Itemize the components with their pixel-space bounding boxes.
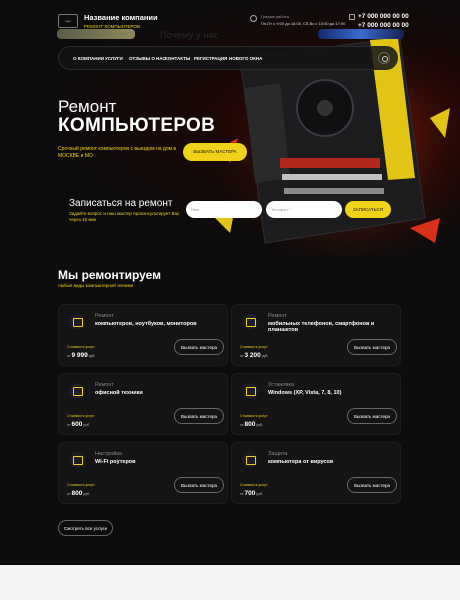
cost-label: Стоимость услуг:	[240, 345, 268, 349]
logo[interactable]: logo	[58, 14, 78, 28]
wifi-icon	[69, 452, 85, 468]
hero-title: Ремонт	[58, 97, 117, 116]
hero-title-main: КОМПЬЮТЕРОВ	[58, 115, 216, 136]
settings-icon	[242, 383, 258, 399]
form-title: Записаться на ремонт	[69, 198, 173, 209]
printer-icon	[69, 383, 85, 399]
service-name: Windows (XP, Vista, 7, 8, 10)	[268, 390, 342, 396]
cost-label: Стоимость услуг:	[67, 345, 95, 349]
service-category: Ремонт	[95, 382, 114, 388]
service-name: компьютеров, ноутбуков, мониторов	[95, 321, 197, 327]
search-icon[interactable]	[378, 52, 390, 64]
service-card: Настройка Wi-Fi роутеров Стоимость услуг…	[58, 442, 228, 504]
call-master-button[interactable]: ВЫЗВАТЬ МАСТЕРА	[183, 143, 247, 161]
service-category: Настройка	[95, 451, 123, 457]
hero-section: logo Название компании РЕМОНТ КОМПЬЮТЕРО…	[0, 0, 460, 260]
nav-item-contacts[interactable]: КОНТАКТЫ	[165, 56, 190, 61]
call-master-button[interactable]: Вызвать мастера	[347, 408, 397, 424]
cost-label: Стоимость услуг:	[67, 483, 95, 487]
service-price: от 9 999 руб.	[67, 352, 96, 359]
section-title: Мы ремонтируем	[58, 268, 162, 282]
monitor-icon	[69, 314, 85, 330]
nav-item-new-window[interactable]: НОВОГО ОКНА	[229, 56, 262, 61]
service-name: Wi-Fi роутеров	[95, 459, 136, 465]
nav-item-reviews[interactable]: ОТЗЫВЫ О НАС	[129, 56, 166, 61]
form-description: Задайте вопрос и наш мастер проконсульти…	[69, 211, 180, 222]
service-category: Ремонт	[95, 313, 114, 319]
service-card: Защита компьютера от вирусов Стоимость у…	[231, 442, 401, 504]
name-input[interactable]: Имя	[186, 201, 262, 218]
service-price: от 600 руб.	[67, 421, 90, 428]
service-card: Ремонт офисной техники Стоимость услуг: …	[58, 373, 228, 435]
main-nav: О КОМПАНИИ УСЛУГИ ОТЗЫВЫ О НАС КОНТАКТЫ …	[58, 46, 398, 70]
call-master-button[interactable]: Вызвать мастера	[347, 339, 397, 355]
section-title: Почему у нас	[160, 30, 219, 40]
smartphone-icon	[242, 314, 258, 330]
service-name: компьютера от вирусов	[268, 459, 334, 465]
service-card: Установка Windows (XP, Vista, 7, 8, 10) …	[231, 373, 401, 435]
call-master-button[interactable]: Вызвать мастера	[347, 477, 397, 493]
nav-item-about[interactable]: О КОМПАНИИ	[73, 56, 104, 61]
service-category: Защита	[268, 451, 288, 457]
cost-label: Стоимость услуг:	[240, 414, 268, 418]
view-all-services-button[interactable]: Смотреть все услуги	[58, 520, 113, 536]
hours-label: График работы	[261, 14, 290, 19]
call-master-button[interactable]: Вызвать мастера	[174, 477, 224, 493]
clock-icon	[250, 15, 257, 22]
submit-button[interactable]: ЗАПИСАТЬСЯ	[345, 201, 391, 218]
service-price: от 700 руб.	[240, 490, 263, 497]
company-name: Название компании	[84, 13, 158, 22]
services-section: Мы ремонтируем любые виды компьютерной т…	[0, 260, 460, 565]
phone-number[interactable]: +7 000 000 00 00	[358, 22, 409, 29]
call-master-button[interactable]: Вызвать мастера	[174, 339, 224, 355]
section-subtitle: любые виды компьютерной техники	[58, 283, 134, 288]
service-category: Установка	[268, 382, 294, 388]
service-card: Ремонт компьютеров, ноутбуков, мониторов…	[58, 304, 228, 366]
call-master-button[interactable]: Вызвать мастера	[174, 408, 224, 424]
nav-item-registration[interactable]: РЕГИСТРАЦИЯ	[194, 56, 227, 61]
service-price: от 3 200 руб.	[240, 352, 269, 359]
cost-label: Стоимость услуг:	[67, 414, 95, 418]
service-card: Ремонт мобильных телефонов, смартфонов и…	[231, 304, 401, 366]
bottom-section	[0, 565, 460, 600]
service-price: от 800 руб.	[240, 421, 263, 428]
phone-input[interactable]: Телефон *	[266, 201, 342, 218]
nav-item-services[interactable]: УСЛУГИ	[105, 56, 123, 61]
phone-number[interactable]: +7 000 000 00 00	[358, 13, 409, 20]
service-name: мобильных телефонов, смартфонов и планше…	[268, 321, 375, 333]
hero-description: Срочный ремонт компьютеров с выездом на …	[58, 146, 177, 159]
hours-text: Пн-Пт с 9:00 до 18:00, Сб-Вс с 10:00 до …	[261, 21, 346, 26]
cost-label: Стоимость услуг:	[240, 483, 268, 487]
service-price: от 800 руб.	[67, 490, 90, 497]
service-name: офисной техники	[95, 390, 143, 396]
service-category: Ремонт	[268, 313, 287, 319]
shield-bug-icon	[242, 452, 258, 468]
promo-image	[318, 29, 404, 39]
phone-icon	[349, 14, 355, 20]
promo-image	[57, 29, 135, 39]
